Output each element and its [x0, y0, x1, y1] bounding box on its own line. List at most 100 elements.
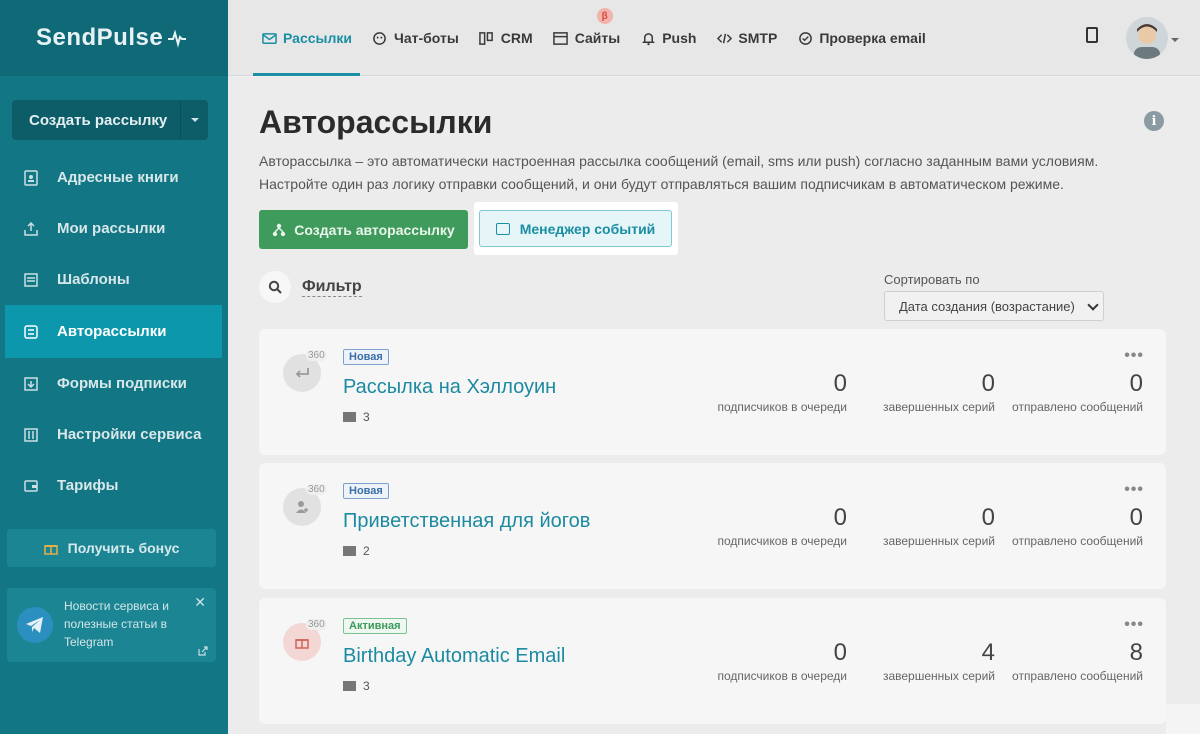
info-icon[interactable]: i: [1144, 111, 1164, 131]
status-badge: Новая: [343, 483, 389, 499]
chevron-down-icon[interactable]: [1171, 38, 1179, 42]
top-navigation: Рассылки Чат-боты CRM Сайты β Push SMTP …: [228, 0, 1200, 76]
sidebar-nav: Адресные книги Мои рассылки Шаблоны Авто…: [0, 152, 228, 511]
campaign-name[interactable]: Birthday Automatic Email: [343, 645, 565, 668]
letters-count: 3: [343, 410, 370, 424]
create-automation-label: Создать авторассылку: [294, 221, 455, 238]
campaign-card[interactable]: 360 Новая Приветственная для йогов 2 •••…: [259, 463, 1166, 589]
letters-value: 2: [363, 544, 370, 558]
sidebar-item-settings[interactable]: Настройки сервиса: [0, 409, 228, 460]
bonus-label: Получить бонус: [67, 540, 180, 556]
event-manager-button[interactable]: Менеджер событий: [479, 210, 672, 247]
telegram-banner[interactable]: Новости сервиса и полезные статьи в Tele…: [7, 588, 216, 662]
sidebar-item-forms[interactable]: Формы подписки: [0, 358, 228, 409]
external-link-icon[interactable]: [198, 646, 208, 656]
logo-text: SendPulse: [36, 24, 164, 51]
close-icon[interactable]: ✕: [194, 594, 206, 611]
tab-smtp[interactable]: SMTP: [708, 0, 785, 76]
stat-queue: 0 подписчиков в очереди: [707, 639, 847, 684]
stat-sent: 0 отправлено сообщений: [1003, 370, 1143, 415]
crm-icon: [479, 30, 495, 46]
stat-series: 0 завершенных серий: [855, 370, 995, 415]
tab-crm[interactable]: CRM: [471, 0, 541, 76]
create-mailing-button[interactable]: Создать рассылку: [12, 100, 208, 140]
code-icon: [716, 30, 732, 46]
stat-value: 0: [981, 370, 995, 397]
badge-360: 360: [306, 350, 327, 361]
stat-label: завершенных серий: [882, 669, 995, 683]
filter-label: Фильтр: [302, 277, 362, 297]
letters-value: 3: [363, 410, 370, 424]
chatbot-icon: [372, 30, 388, 46]
corner-widget: [1166, 704, 1200, 734]
product-tabs: Рассылки Чат-боты CRM Сайты β Push SMTP …: [253, 0, 938, 76]
more-options-icon[interactable]: •••: [1124, 347, 1144, 365]
stat-queue: 0 подписчиков в очереди: [707, 504, 847, 549]
tab-label: SMTP: [738, 30, 778, 46]
sort-select[interactable]: Дата создания (возрастание): [884, 291, 1104, 321]
envelope-icon: [343, 412, 356, 422]
tab-sites[interactable]: Сайты β: [545, 0, 629, 76]
mobile-icon[interactable]: [1086, 27, 1098, 43]
tab-chatbots[interactable]: Чат-боты: [364, 0, 467, 76]
status-badge: Активная: [343, 618, 407, 634]
stat-value: 8: [1129, 639, 1143, 666]
envelope-icon: [343, 681, 356, 691]
campaign-card[interactable]: 360 Активная Birthday Automatic Email 3 …: [259, 598, 1166, 724]
filter-toggle[interactable]: Фильтр: [259, 271, 362, 303]
bell-icon: [640, 30, 656, 46]
status-badge: Новая: [343, 349, 389, 365]
sidebar-item-my-mailings[interactable]: Мои рассылки: [0, 203, 228, 254]
sidebar-item-address-books[interactable]: Адресные книги: [0, 152, 228, 203]
avatar[interactable]: [1126, 17, 1168, 59]
more-options-icon[interactable]: •••: [1124, 616, 1144, 634]
tab-label: Push: [662, 30, 697, 46]
tab-email-verification[interactable]: Проверка email: [789, 0, 933, 76]
more-options-icon[interactable]: •••: [1124, 481, 1144, 499]
letters-count: 2: [343, 544, 370, 558]
sidebar-item-label: Адресные книги: [57, 169, 179, 186]
create-mailing-dropdown[interactable]: [180, 100, 208, 140]
beta-badge: β: [596, 8, 613, 24]
sidebar-item-templates[interactable]: Шаблоны: [0, 254, 228, 305]
stat-value: 0: [1129, 504, 1143, 531]
event-manager-label: Менеджер событий: [519, 220, 656, 237]
create-automation-button[interactable]: Создать авторассылку: [259, 210, 468, 249]
stat-sent: 8 отправлено сообщений: [1003, 639, 1143, 684]
sidebar-item-automation[interactable]: Авторассылки: [5, 305, 222, 358]
logo[interactable]: SendPulse: [36, 24, 187, 52]
campaign-name[interactable]: Приветственная для йогов: [343, 510, 590, 533]
stat-series: 0 завершенных серий: [855, 504, 995, 549]
sidebar-item-label: Настройки сервиса: [57, 426, 202, 443]
tab-label: Сайты: [574, 30, 621, 46]
sidebar-item-label: Тарифы: [57, 477, 119, 494]
mail-icon: [261, 30, 277, 46]
stat-value: 0: [833, 639, 847, 666]
campaign-name[interactable]: Рассылка на Хэллоуин: [343, 376, 556, 399]
chevron-down-icon: [190, 118, 199, 122]
tab-push[interactable]: Push: [632, 0, 704, 76]
tab-mailings[interactable]: Рассылки: [253, 0, 360, 76]
sites-icon: [553, 30, 569, 46]
main-content: Авторассылки i Авторассылка – это автома…: [228, 77, 1200, 734]
page-description: Авторассылка – это автоматически настрое…: [259, 153, 1099, 192]
sidebar-item-label: Мои рассылки: [57, 220, 166, 237]
stat-label: отправлено сообщений: [1012, 669, 1143, 683]
get-bonus-button[interactable]: Получить бонус: [7, 529, 216, 567]
stat-label: отправлено сообщений: [1012, 400, 1143, 414]
chevron-down-icon: [1087, 299, 1099, 311]
sort-label: Сортировать по: [884, 272, 980, 287]
telegram-text: Новости сервиса и полезные статьи в Tele…: [64, 599, 169, 649]
sidebar-item-pricing[interactable]: Тарифы: [0, 460, 228, 511]
stat-value: 0: [833, 504, 847, 531]
stat-value: 4: [981, 639, 995, 666]
campaign-card[interactable]: 360 Новая Рассылка на Хэллоуин 3 ••• 0 по…: [259, 329, 1166, 455]
stat-queue: 0 подписчиков в очереди: [707, 370, 847, 415]
sidebar: SendPulse Создать рассылку Адресные книг…: [0, 0, 228, 734]
sidebar-item-label: Авторассылки: [57, 323, 167, 340]
templates-icon: [22, 271, 40, 289]
mailings-icon: [22, 220, 40, 238]
stat-label: подписчиков в очереди: [717, 534, 847, 548]
stat-label: завершенных серий: [882, 534, 995, 548]
stat-value: 0: [833, 370, 847, 397]
